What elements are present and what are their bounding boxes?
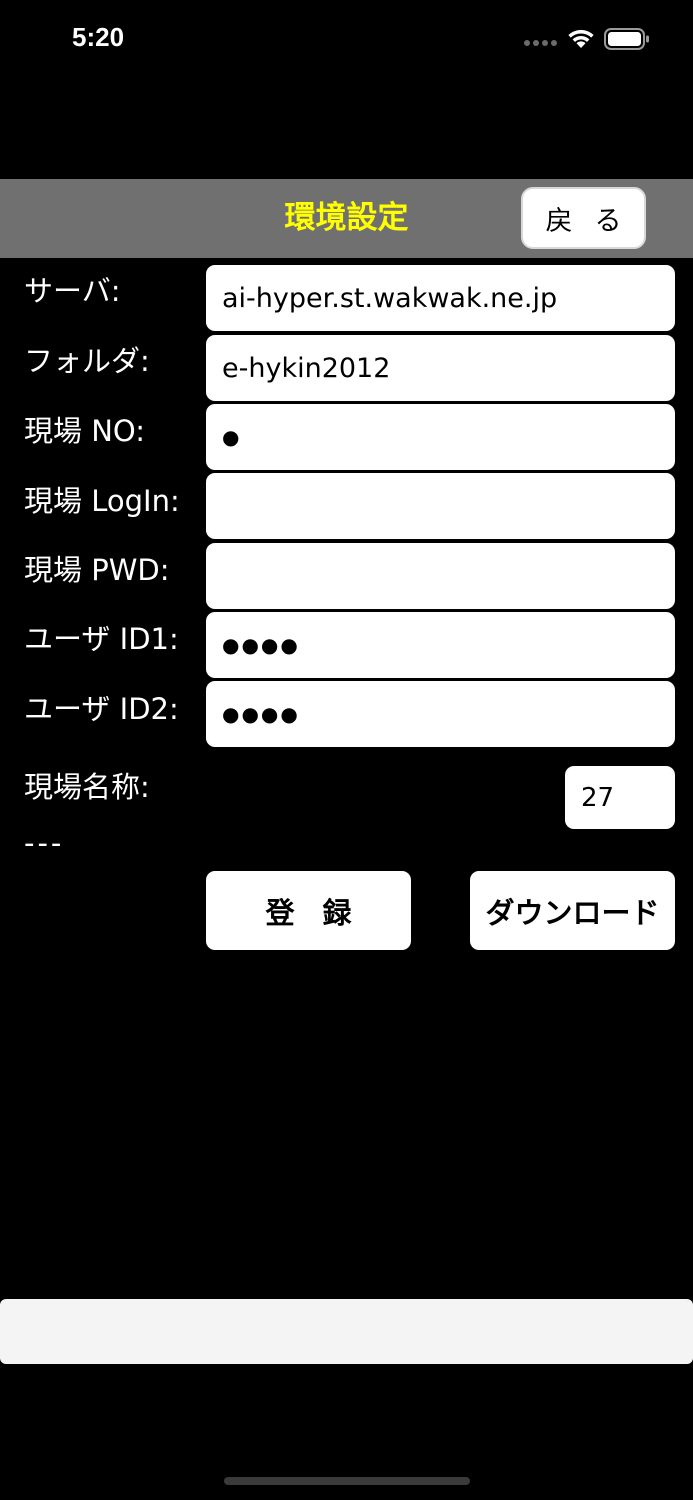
header-bar: 環境設定 戻る	[0, 179, 693, 258]
user-id2-input[interactable]: ●●●●	[206, 681, 675, 747]
status-time: 5:20	[72, 22, 125, 52]
site-login-input[interactable]	[206, 473, 675, 539]
server-label: サーバ:	[24, 274, 121, 308]
folder-label: フォルダ:	[24, 344, 150, 378]
folder-input[interactable]: e-hykin2012	[206, 335, 675, 401]
site-no-input[interactable]: ●	[206, 404, 675, 470]
cellular-signal-icon	[524, 40, 557, 46]
battery-icon	[604, 28, 650, 54]
count-input[interactable]: 27	[565, 766, 675, 829]
wifi-icon	[566, 27, 596, 53]
user-id1-input[interactable]: ●●●●	[206, 612, 675, 678]
bottom-toolbar	[0, 1299, 693, 1364]
site-login-label: 現場 LogIn:	[24, 484, 180, 518]
register-button[interactable]: 登録	[206, 871, 411, 950]
site-pwd-label: 現場 PWD:	[24, 553, 170, 587]
server-input[interactable]: ai-hyper.st.wakwak.ne.jp	[206, 265, 675, 331]
site-no-label: 現場 NO:	[24, 414, 145, 448]
site-name-label: 現場名称:	[24, 770, 150, 804]
user-id2-label: ユーザ ID2:	[24, 692, 179, 726]
download-button[interactable]: ダウンロード	[470, 871, 675, 950]
site-pwd-input[interactable]	[206, 543, 675, 609]
user-id1-label: ユーザ ID1:	[24, 622, 179, 656]
back-button[interactable]: 戻る	[521, 187, 646, 249]
home-indicator[interactable]	[224, 1477, 470, 1485]
site-name-value: ---	[24, 826, 65, 860]
